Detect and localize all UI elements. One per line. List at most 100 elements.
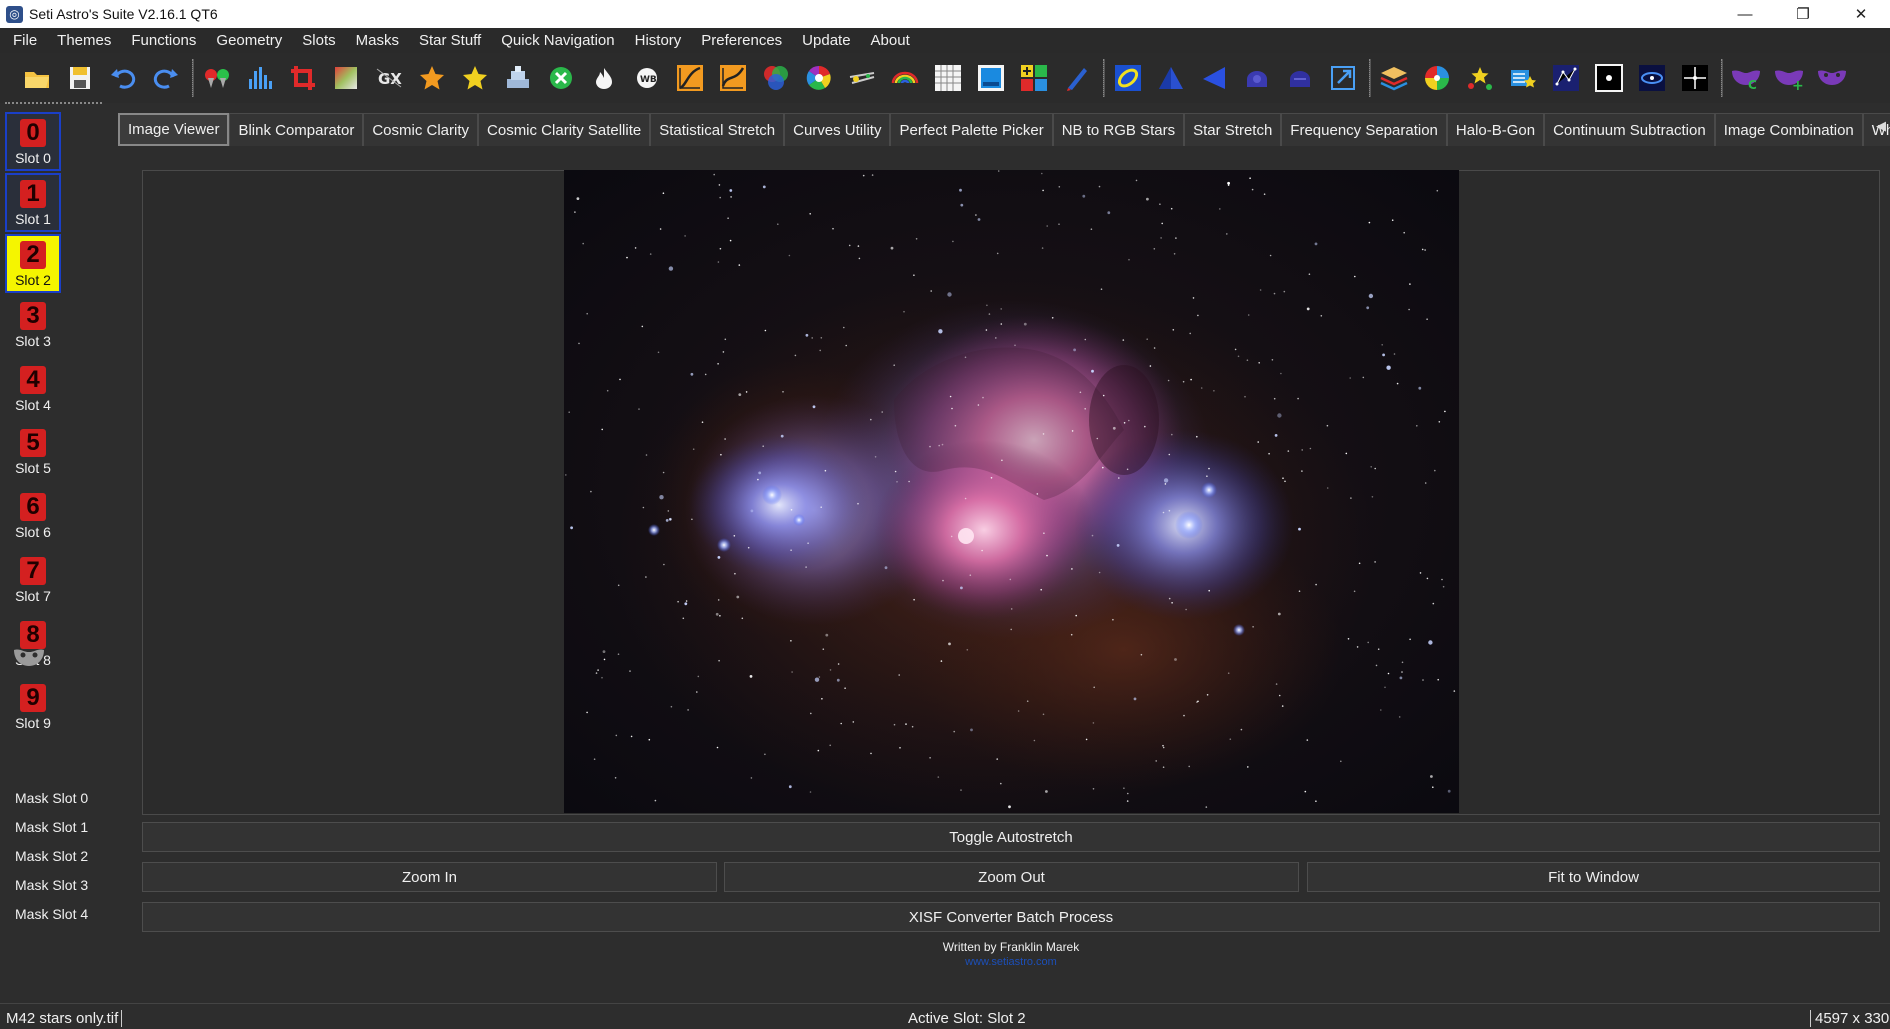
wb-icon[interactable]: WB xyxy=(630,61,664,95)
sparkle-icon[interactable] xyxy=(1678,61,1712,95)
star-point xyxy=(1441,578,1443,581)
slot-2[interactable]: 2 Slot 2 xyxy=(5,234,61,293)
grid-icon[interactable] xyxy=(931,61,965,95)
blue-pyramid-icon[interactable] xyxy=(1154,61,1188,95)
star-point xyxy=(1168,509,1171,512)
menu-about[interactable]: About xyxy=(861,32,920,49)
dark-star-icon[interactable] xyxy=(1592,61,1626,95)
xisf-batch-button[interactable]: XISF Converter Batch Process xyxy=(142,902,1880,932)
fit-to-window-button[interactable]: Fit to Window xyxy=(1307,862,1880,892)
tab-image-viewer[interactable]: Image Viewer xyxy=(118,113,230,146)
nebula-image[interactable] xyxy=(564,170,1459,813)
mask-slot-0[interactable]: Mask Slot 0 xyxy=(15,790,88,806)
slot-9[interactable]: 9 Slot 9 xyxy=(5,679,61,738)
tab-perfect-palette-picker[interactable]: Perfect Palette Picker xyxy=(890,113,1053,146)
slot-0[interactable]: 0 Slot 0 xyxy=(5,112,61,171)
toggle-autostretch-button[interactable]: Toggle Autostretch xyxy=(142,822,1880,852)
menu-functions[interactable]: Functions xyxy=(121,32,206,49)
menu-history[interactable]: History xyxy=(625,32,692,49)
rgb-circles-icon[interactable] xyxy=(759,61,793,95)
stack-icon[interactable] xyxy=(501,61,535,95)
tab-cosmic-clarity[interactable]: Cosmic Clarity xyxy=(363,113,479,146)
slot-3[interactable]: 3 Slot 3 xyxy=(5,297,61,356)
pen-icon[interactable] xyxy=(1060,61,1094,95)
curve-orange-2-icon[interactable] xyxy=(716,61,750,95)
blue-triangle-icon[interactable] xyxy=(1197,61,1231,95)
remove-green-icon[interactable] xyxy=(544,61,578,95)
menu-geometry[interactable]: Geometry xyxy=(206,32,292,49)
star-point xyxy=(1205,806,1208,808)
star-point xyxy=(990,477,993,479)
crop-pins-icon[interactable] xyxy=(200,61,234,95)
stars-bar-icon[interactable] xyxy=(1506,61,1540,95)
close-button[interactable]: ✕ xyxy=(1832,0,1890,28)
tab-scroll-left-icon[interactable]: ◀ xyxy=(1876,118,1886,134)
color-wheel-icon[interactable] xyxy=(802,61,836,95)
crop-icon[interactable] xyxy=(286,61,320,95)
website-link[interactable]: www.setiastro.com xyxy=(142,956,1880,968)
restore-button[interactable]: ❐ xyxy=(1774,0,1832,28)
satellite-icon[interactable] xyxy=(845,61,879,95)
menu-slots[interactable]: Slots xyxy=(292,32,345,49)
star-point xyxy=(1447,789,1451,793)
mosaic-icon[interactable] xyxy=(1017,61,1051,95)
blue-square-icon[interactable] xyxy=(974,61,1008,95)
galaxy-icon[interactable] xyxy=(1635,61,1669,95)
purple-shape-icon[interactable] xyxy=(1240,61,1274,95)
save-icon[interactable] xyxy=(63,61,97,95)
open-folder-icon[interactable] xyxy=(20,61,54,95)
star-orange-icon[interactable] xyxy=(415,61,449,95)
tab-image-combination[interactable]: Image Combination xyxy=(1714,113,1863,146)
tab-nb-to-rgb-stars[interactable]: NB to RGB Stars xyxy=(1052,113,1185,146)
menu-preferences[interactable]: Preferences xyxy=(691,32,792,49)
slot-6[interactable]: 6 Slot 6 xyxy=(5,488,61,547)
zoom-in-button[interactable]: Zoom In xyxy=(142,862,717,892)
curve-orange-icon[interactable] xyxy=(673,61,707,95)
star-point xyxy=(1424,249,1426,251)
expand-icon[interactable] xyxy=(1326,61,1360,95)
star-point xyxy=(764,753,766,756)
tab-continuum-subtraction[interactable]: Continuum Subtraction xyxy=(1544,113,1715,146)
stars-multi-icon[interactable] xyxy=(1463,61,1497,95)
tab-statistical-stretch[interactable]: Statistical Stretch xyxy=(650,113,785,146)
star-yellow-icon[interactable] xyxy=(458,61,492,95)
tab-halo-b-gon[interactable]: Halo-B-Gon xyxy=(1446,113,1545,146)
tab-cosmic-clarity-satellite[interactable]: Cosmic Clarity Satellite xyxy=(478,113,651,146)
undo-icon[interactable] xyxy=(106,61,140,95)
layers-icon[interactable] xyxy=(1377,61,1411,95)
menu-themes[interactable]: Themes xyxy=(47,32,121,49)
gx-icon[interactable]: GX xyxy=(372,61,406,95)
menu-star-stuff[interactable]: Star Stuff xyxy=(409,32,491,49)
slot-1[interactable]: 1 Slot 1 xyxy=(5,173,61,232)
redo-icon[interactable] xyxy=(149,61,183,95)
menu-quick-navigation[interactable]: Quick Navigation xyxy=(491,32,624,49)
zoom-out-button[interactable]: Zoom Out xyxy=(724,862,1299,892)
tab-blink-comparator[interactable]: Blink Comparator xyxy=(229,113,364,146)
menu-update[interactable]: Update xyxy=(792,32,860,49)
menu-file[interactable]: File xyxy=(0,32,47,49)
constellation-icon[interactable] xyxy=(1549,61,1583,95)
mask-slot-1[interactable]: Mask Slot 1 xyxy=(15,819,88,835)
mask-slot-4[interactable]: Mask Slot 4 xyxy=(15,906,88,922)
pie-color-icon[interactable] xyxy=(1420,61,1454,95)
purple-shape-2-icon[interactable] xyxy=(1283,61,1317,95)
rainbow-icon[interactable] xyxy=(888,61,922,95)
tab-curves-utility[interactable]: Curves Utility xyxy=(784,113,891,146)
tab-frequency-separation[interactable]: Frequency Separation xyxy=(1281,113,1447,146)
mask-purple-icon[interactable] xyxy=(1815,61,1849,95)
slot-4[interactable]: 4 Slot 4 xyxy=(5,361,61,420)
yellow-ring-icon[interactable] xyxy=(1111,61,1145,95)
mask-slot-3[interactable]: Mask Slot 3 xyxy=(15,877,88,893)
menu-masks[interactable]: Masks xyxy=(346,32,409,49)
tab-star-stretch[interactable]: Star Stretch xyxy=(1184,113,1282,146)
star-point xyxy=(1371,496,1374,498)
mask-plus-icon[interactable]: + xyxy=(1772,61,1806,95)
histogram-icon[interactable] xyxy=(243,61,277,95)
mask-slot-2[interactable]: Mask Slot 2 xyxy=(15,848,88,864)
gradient-icon[interactable] xyxy=(329,61,363,95)
slot-7[interactable]: 7 Slot 7 xyxy=(5,552,61,611)
flame-icon[interactable] xyxy=(587,61,621,95)
mask-c-icon[interactable]: C xyxy=(1729,61,1763,95)
slot-5[interactable]: 5 Slot 5 xyxy=(5,424,61,483)
minimize-button[interactable]: — xyxy=(1716,0,1774,28)
